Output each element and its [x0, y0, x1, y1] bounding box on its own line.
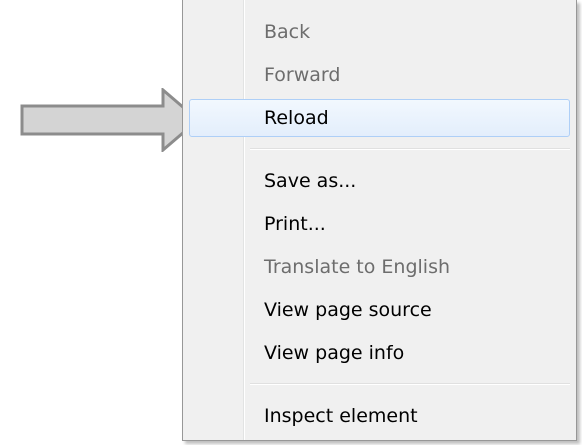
menu-item-label: Reload [264, 107, 329, 129]
menu-item-label: Translate to English [264, 256, 451, 278]
menu-item-label: Save as... [264, 170, 357, 192]
right-arrow-icon [20, 88, 201, 152]
menu-item-label: Back [264, 21, 311, 43]
menu-item-translate[interactable]: Translate to English [189, 248, 570, 286]
menu-item-back[interactable]: Back [189, 13, 570, 51]
menu-separator [250, 148, 570, 150]
screenshot-canvas: Back Forward Reload Save as... Print... … [0, 0, 582, 445]
menu-item-reload[interactable]: Reload [189, 99, 570, 137]
menu-item-label: Forward [264, 64, 341, 86]
menu-item-inspect-element[interactable]: Inspect element [189, 397, 570, 435]
menu-item-label: Print... [264, 213, 326, 235]
menu-item-print[interactable]: Print... [189, 205, 570, 243]
menu-item-view-page-source[interactable]: View page source [189, 291, 570, 329]
menu-item-label: View page info [264, 342, 405, 364]
menu-item-view-page-info[interactable]: View page info [189, 334, 570, 372]
menu-separator [250, 383, 570, 385]
menu-item-label: Inspect element [264, 405, 418, 427]
menu-item-save-as[interactable]: Save as... [189, 162, 570, 200]
menu-item-forward[interactable]: Forward [189, 56, 570, 94]
context-menu: Back Forward Reload Save as... Print... … [182, 0, 577, 441]
menu-item-label: View page source [264, 299, 432, 321]
